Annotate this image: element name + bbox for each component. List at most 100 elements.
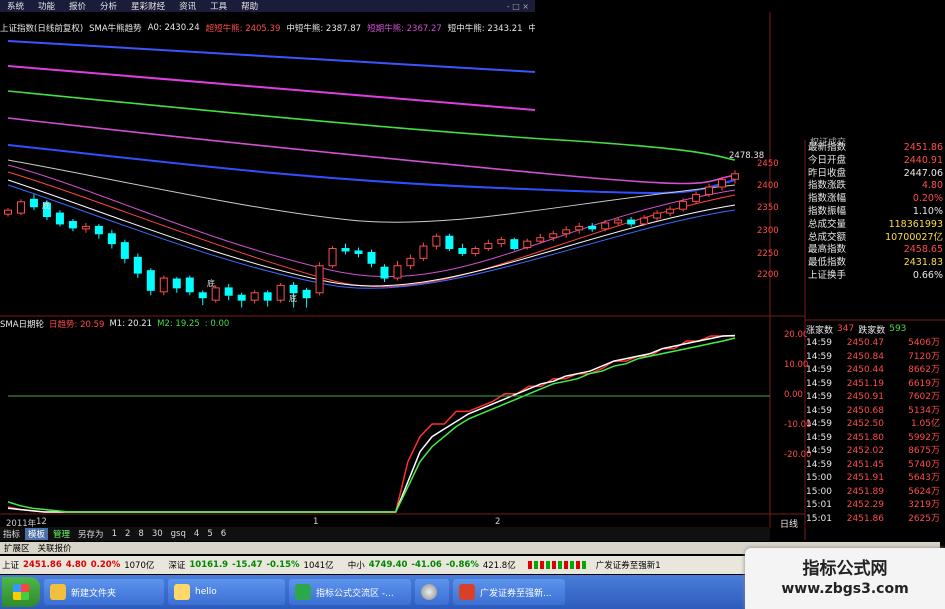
ext-tab-1[interactable]: 关联报价: [34, 542, 76, 554]
quote-row: 指数涨跌 4.80: [806, 180, 945, 193]
taskbar-button-3[interactable]: 广发证券至强新...: [453, 579, 565, 605]
price-chart[interactable]: [0, 0, 945, 609]
media-player-button[interactable]: [415, 579, 449, 605]
candle-body: [185, 277, 194, 293]
zero-value: : 0.00: [204, 318, 230, 329]
bull5-value: 中长: [528, 23, 535, 34]
menu-item-2[interactable]: 报价: [62, 0, 93, 12]
quote-label: 指数涨幅: [808, 193, 847, 205]
trade-t: 15:00: [806, 486, 832, 497]
quote-label: 最低指数: [808, 257, 847, 269]
quote-label: 总成交量: [808, 218, 847, 230]
candle-body: [81, 225, 90, 230]
candle-body: [497, 239, 506, 245]
ma-line-white: [7, 159, 736, 223]
candle-body: [731, 173, 739, 180]
tab-6[interactable]: 8: [135, 529, 146, 539]
candle-body: [380, 266, 389, 279]
menu-item-6[interactable]: 工具: [203, 0, 234, 12]
tab-10[interactable]: 5: [204, 529, 215, 539]
trade-t: 14:59: [806, 419, 832, 429]
trade-v: 2625万: [908, 513, 940, 524]
trend-value: 日趋势: 20.59: [49, 319, 105, 330]
quote-value: 118361993: [888, 218, 943, 230]
price-tick: 2400: [757, 181, 779, 191]
indicator-series-line: [7, 337, 736, 513]
trade-v: 8662万: [908, 365, 940, 375]
candle-body: [549, 233, 558, 239]
trade-v: 7602万: [908, 392, 940, 402]
quote-label: 昨日收盘: [808, 167, 847, 179]
trade-p: 2451.80: [846, 432, 884, 443]
quote-label: 最新指数: [808, 142, 847, 153]
menu-item-3[interactable]: 分析: [93, 0, 124, 12]
trade-list[interactable]: 14:59 2450.47 5406万 14:59 2450.84 7120万 14:59 2…: [806, 337, 945, 526]
candle-body: [588, 225, 597, 230]
max-price-label: 2478.38: [729, 151, 765, 161]
window-controls[interactable]: - □ ×: [507, 2, 535, 11]
candle-body: [718, 179, 727, 188]
trade-row: 14:59 2452.50 1.05亿: [806, 418, 945, 432]
taskbar-button-0[interactable]: 新建文件夹: [44, 579, 164, 605]
candle-body: [666, 208, 675, 214]
trade-p: 2450.84: [846, 351, 884, 362]
trade-v: 5134万: [908, 405, 940, 416]
zx-change: -41.06: [411, 560, 442, 570]
indicator-tick: 10.00: [784, 360, 809, 370]
menu-item-1[interactable]: 功能: [31, 0, 62, 12]
media-player-icon: [421, 584, 437, 600]
candle-body: [367, 251, 376, 264]
taskbar-button-1[interactable]: hello: [168, 579, 285, 605]
ext-tab-0[interactable]: 扩展区: [0, 542, 34, 554]
candle-body: [276, 284, 285, 301]
quote-value: 0.66%: [912, 269, 943, 281]
candle-body: [55, 212, 64, 225]
tab-3[interactable]: 另存为: [75, 528, 107, 540]
sz-value: 10161.9: [189, 560, 229, 570]
start-button[interactable]: [2, 577, 40, 607]
candle-body: [679, 200, 688, 210]
period-label[interactable]: 日线: [780, 517, 798, 530]
trade-row: 15:00 2451.91 5643万: [806, 472, 945, 486]
candle-body: [445, 235, 454, 250]
tab-8[interactable]: gsq: [168, 529, 189, 539]
trade-v: 3219万: [908, 500, 940, 510]
candle-body: [94, 225, 103, 235]
price-tick: 2200: [757, 270, 779, 280]
tab-1[interactable]: 模板: [25, 528, 49, 540]
tab-2[interactable]: 管理: [50, 528, 73, 540]
trade-t: 14:59: [806, 351, 832, 362]
tab-7[interactable]: 30: [149, 529, 166, 539]
sh-amount: 1070亿: [124, 561, 155, 571]
quote-value: 2431.83: [903, 257, 943, 269]
candle-body: [705, 186, 714, 195]
trade-row: 14:59 2451.80 5992万: [806, 432, 945, 446]
menu-item-4[interactable]: 星彩财经: [124, 0, 172, 12]
trade-row: 15:01 2452.29 3219万: [806, 499, 945, 513]
bull4-value: 短中牛熊: 2343.21: [447, 23, 523, 34]
trade-v: 5643万: [908, 473, 940, 483]
zx-amount: 421.8亿: [482, 561, 516, 571]
tab-11[interactable]: 6: [218, 529, 229, 539]
candle-body: [68, 220, 77, 229]
taskbar-button-2[interactable]: 指标公式交流区 -...: [289, 579, 411, 605]
tab-5[interactable]: 2: [122, 529, 133, 539]
quote-row: 今日开盘 2440.91: [806, 155, 945, 168]
sh-change: 4.80: [65, 560, 87, 570]
tab-4[interactable]: 1: [109, 529, 120, 539]
tab-0[interactable]: 指标: [0, 528, 23, 540]
candle-body: [237, 294, 246, 301]
quote-row: 指数振幅 1.10%: [806, 206, 945, 219]
trade-v: 5740万: [908, 459, 940, 470]
quote-value: 10700027亿: [885, 231, 943, 243]
text-file-icon: [174, 584, 190, 600]
trade-t: 14:59: [806, 446, 832, 456]
indicator-lines: [7, 334, 736, 513]
menu-item-0[interactable]: 系统: [0, 0, 31, 12]
tab-9[interactable]: 4: [191, 529, 202, 539]
trade-p: 2451.91: [846, 473, 884, 483]
candle-body: [250, 292, 259, 301]
trade-v: 5992万: [908, 432, 940, 443]
menu-item-5[interactable]: 资讯: [172, 0, 203, 12]
menu-item-7[interactable]: 帮助: [234, 0, 265, 12]
